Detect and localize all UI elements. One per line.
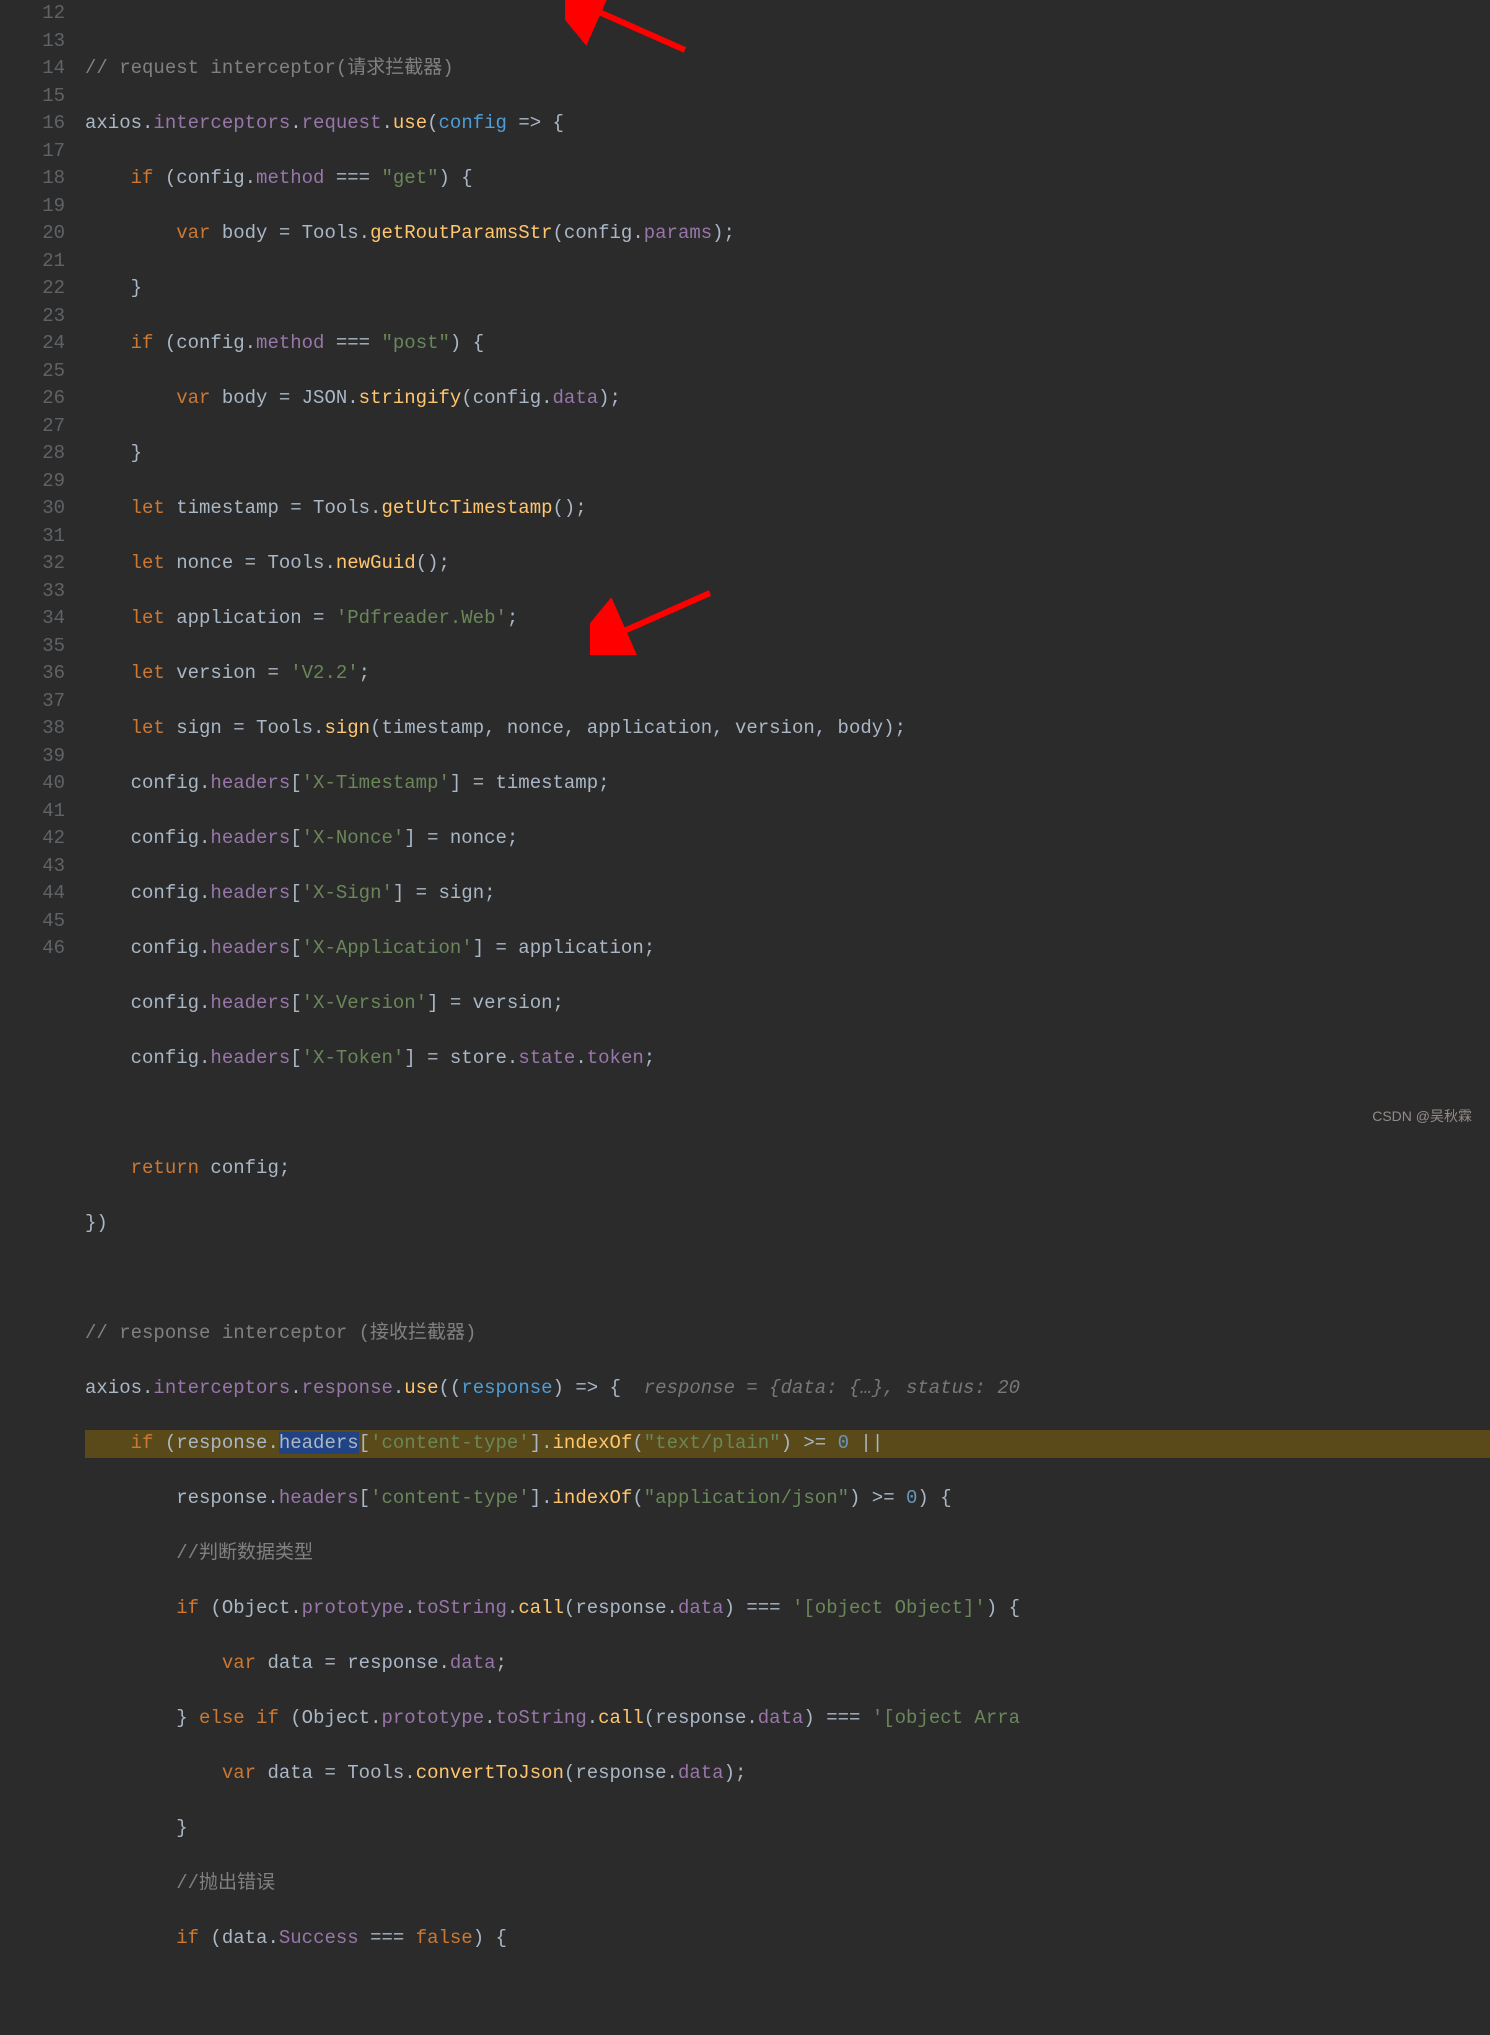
code-line[interactable]: // request interceptor(请求拦截器) bbox=[85, 55, 1490, 83]
code-line[interactable]: if (config.method === "get") { bbox=[85, 165, 1490, 193]
line-number-gutter: 1213141516171819202122232425262728293031… bbox=[0, 0, 85, 1142]
comment: //抛出错误 bbox=[176, 1872, 275, 1894]
code-line[interactable]: axios.interceptors.request.use(config =>… bbox=[85, 110, 1490, 138]
code-line[interactable]: let nonce = Tools.newGuid(); bbox=[85, 550, 1490, 578]
code-line[interactable] bbox=[85, 1265, 1490, 1293]
line-number: 34 bbox=[0, 605, 65, 633]
line-number: 41 bbox=[0, 798, 65, 826]
line-number: 39 bbox=[0, 743, 65, 771]
line-number: 19 bbox=[0, 193, 65, 221]
code-line[interactable]: } bbox=[85, 1815, 1490, 1843]
line-number: 35 bbox=[0, 633, 65, 661]
code-line[interactable]: }) bbox=[85, 1210, 1490, 1238]
code-line[interactable]: let application = 'Pdfreader.Web'; bbox=[85, 605, 1490, 633]
code-line[interactable]: } else if (Object.prototype.toString.cal… bbox=[85, 1705, 1490, 1733]
code-line[interactable]: config.headers['X-Application'] = applic… bbox=[85, 935, 1490, 963]
line-number: 45 bbox=[0, 908, 65, 936]
code-line[interactable]: return config; bbox=[85, 1155, 1490, 1183]
line-number: 28 bbox=[0, 440, 65, 468]
line-number: 38 bbox=[0, 715, 65, 743]
line-number: 12 bbox=[0, 0, 65, 28]
line-number: 33 bbox=[0, 578, 65, 606]
code-line[interactable]: config.headers['X-Sign'] = sign; bbox=[85, 880, 1490, 908]
line-number: 42 bbox=[0, 825, 65, 853]
code-line[interactable] bbox=[85, 1100, 1490, 1128]
line-number: 40 bbox=[0, 770, 65, 798]
line-number: 22 bbox=[0, 275, 65, 303]
code-line[interactable]: if (config.method === "post") { bbox=[85, 330, 1490, 358]
code-line[interactable]: response.headers['content-type'].indexOf… bbox=[85, 1485, 1490, 1513]
line-number: 37 bbox=[0, 688, 65, 716]
line-number: 43 bbox=[0, 853, 65, 881]
line-number: 31 bbox=[0, 523, 65, 551]
inline-hint: response = {data: {…}, status: 20 bbox=[644, 1377, 1020, 1399]
comment: // response interceptor (接收拦截器) bbox=[85, 1322, 476, 1344]
selected-text: headers bbox=[279, 1432, 359, 1454]
code-line[interactable]: //抛出错误 bbox=[85, 1870, 1490, 1898]
code-line[interactable]: axios.interceptors.response.use((respons… bbox=[85, 1375, 1490, 1403]
line-number: 30 bbox=[0, 495, 65, 523]
line-number: 36 bbox=[0, 660, 65, 688]
comment: // request interceptor(请求拦截器) bbox=[85, 57, 454, 79]
watermark-text: CSDN @吴秋霖 bbox=[1372, 1103, 1472, 1131]
line-number: 16 bbox=[0, 110, 65, 138]
code-line[interactable]: config.headers['X-Token'] = store.state.… bbox=[85, 1045, 1490, 1073]
line-number: 25 bbox=[0, 358, 65, 386]
line-number: 20 bbox=[0, 220, 65, 248]
code-line[interactable]: } bbox=[85, 440, 1490, 468]
line-number: 15 bbox=[0, 83, 65, 111]
line-number: 24 bbox=[0, 330, 65, 358]
code-line[interactable]: if (data.Success === false) { bbox=[85, 1925, 1490, 1953]
line-number: 14 bbox=[0, 55, 65, 83]
code-line[interactable]: let timestamp = Tools.getUtcTimestamp(); bbox=[85, 495, 1490, 523]
code-line[interactable]: var data = Tools.convertToJson(response.… bbox=[85, 1760, 1490, 1788]
code-line[interactable]: config.headers['X-Timestamp'] = timestam… bbox=[85, 770, 1490, 798]
code-line[interactable]: var body = Tools.getRoutParamsStr(config… bbox=[85, 220, 1490, 248]
line-number: 32 bbox=[0, 550, 65, 578]
line-number: 18 bbox=[0, 165, 65, 193]
code-line[interactable]: var body = JSON.stringify(config.data); bbox=[85, 385, 1490, 413]
code-line[interactable]: config.headers['X-Version'] = version; bbox=[85, 990, 1490, 1018]
code-line[interactable]: } bbox=[85, 275, 1490, 303]
line-number: 21 bbox=[0, 248, 65, 276]
code-line[interactable]: let version = 'V2.2'; bbox=[85, 660, 1490, 688]
code-line[interactable]: // response interceptor (接收拦截器) bbox=[85, 1320, 1490, 1348]
code-line[interactable]: if (Object.prototype.toString.call(respo… bbox=[85, 1595, 1490, 1623]
line-number: 23 bbox=[0, 303, 65, 331]
line-number: 17 bbox=[0, 138, 65, 166]
code-line-highlighted[interactable]: if (response.headers['content-type'].ind… bbox=[85, 1430, 1490, 1458]
code-line[interactable]: config.headers['X-Nonce'] = nonce; bbox=[85, 825, 1490, 853]
code-line[interactable]: //判断数据类型 bbox=[85, 1540, 1490, 1568]
comment: //判断数据类型 bbox=[176, 1542, 313, 1564]
line-number: 46 bbox=[0, 935, 65, 963]
code-editor[interactable]: 1213141516171819202122232425262728293031… bbox=[0, 0, 1490, 1142]
code-line[interactable]: let sign = Tools.sign(timestamp, nonce, … bbox=[85, 715, 1490, 743]
code-area[interactable]: // request interceptor(请求拦截器) axios.inte… bbox=[85, 0, 1490, 1142]
line-number: 29 bbox=[0, 468, 65, 496]
line-number: 26 bbox=[0, 385, 65, 413]
line-number: 13 bbox=[0, 28, 65, 56]
code-line[interactable]: var data = response.data; bbox=[85, 1650, 1490, 1678]
line-number: 44 bbox=[0, 880, 65, 908]
line-number: 27 bbox=[0, 413, 65, 441]
